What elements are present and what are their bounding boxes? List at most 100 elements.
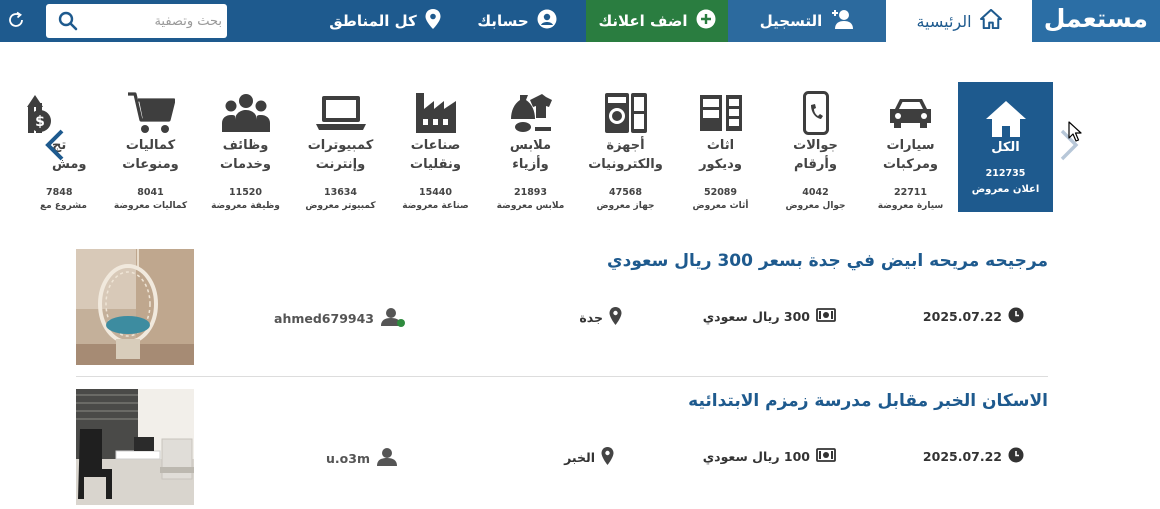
category-clothes[interactable]: ملابس وأزياء 21893 ملابس معروضة <box>483 82 578 212</box>
brand-logo-text: مستعمل <box>1043 4 1149 33</box>
category-count-label: مشروع مع <box>40 201 87 211</box>
category-count-label: جوال معروض <box>785 201 846 211</box>
category-name: صناعات ونقليات <box>410 138 461 172</box>
listing-city-text: جدة <box>579 310 603 325</box>
clock-icon <box>1008 447 1024 466</box>
listing-price: 100 ريال سعودي <box>703 447 836 466</box>
search-box <box>46 4 227 38</box>
category-count: 212735 <box>985 168 1026 179</box>
category-phones[interactable]: جوالات وأرقام 4042 جوال معروض <box>768 82 863 212</box>
category-name: اثاث وديكور <box>699 138 742 172</box>
category-jobs[interactable]: وظائف وخدمات 11520 وظيفة معروضة <box>198 82 293 212</box>
category-all[interactable]: الكل 212735 اعلان معروض <box>958 82 1053 212</box>
search-input[interactable] <box>82 4 222 38</box>
listing-user[interactable]: ahmed679943 <box>274 307 406 330</box>
listing-item[interactable]: الاسكان الخبر مقابل مدرسة زمزم الابتدائي… <box>76 389 1048 507</box>
category-name: الكل <box>991 140 1020 155</box>
category-count: 13634 <box>323 187 358 198</box>
car-icon <box>863 90 958 136</box>
user-icon <box>376 447 398 470</box>
category-name: كمبيوترات وإنترنت <box>307 138 374 172</box>
listing-city[interactable]: الخبر <box>564 447 614 468</box>
category-accessories[interactable]: كماليات ومنوعات 8041 كماليات معروضة <box>103 82 198 212</box>
listing-city-text: الخبر <box>564 450 595 465</box>
category-name: كماليات ومنوعات <box>122 138 179 172</box>
user-circle-icon <box>537 9 557 33</box>
listing-city[interactable]: جدة <box>579 307 622 328</box>
listing-title[interactable]: الاسكان الخبر مقابل مدرسة زمزم الابتدائي… <box>688 391 1048 411</box>
category-furniture[interactable]: اثاث وديكور 52089 أثاث معروض <box>673 82 768 212</box>
listing-thumbnail[interactable] <box>76 249 194 365</box>
furniture-icon <box>673 90 768 136</box>
listing-username: u.o3m <box>326 451 370 466</box>
listing-date-text: 2025.07.22 <box>922 309 1002 324</box>
nav-register[interactable]: التسجيل <box>728 0 886 42</box>
listing-price: 300 ريال سعودي <box>703 307 836 326</box>
category-count-label: جهاز معروض <box>596 201 655 211</box>
user-online-icon <box>380 307 406 330</box>
listing-date: 2025.07.22 <box>923 447 1024 466</box>
category-count: 11520 <box>228 187 263 198</box>
category-count: 52089 <box>703 187 738 198</box>
laptop-icon <box>293 90 388 136</box>
refresh-icon[interactable] <box>7 11 25 33</box>
nav-regions[interactable]: كل المناطق <box>318 0 452 42</box>
nav-home-label: الرئيسية <box>916 11 972 31</box>
phone-icon <box>768 90 863 136</box>
category-count-label: ملابس معروضة <box>496 201 565 211</box>
category-count-label: وظيفة معروضة <box>211 201 280 211</box>
nav-regions-label: كل المناطق <box>329 12 417 30</box>
listing-username: ahmed679943 <box>274 311 374 326</box>
category-count-label: كماليات معروضة <box>113 201 188 211</box>
carousel-prev-arrow-icon[interactable] <box>44 128 66 166</box>
category-carousel: الكل 212735 اعلان معروض سيارات ومركبات 22… <box>0 72 1160 220</box>
appliance-icon <box>578 90 673 136</box>
listing-divider <box>76 376 1048 377</box>
listing-price-text: 300 ريال سعودي <box>702 309 810 324</box>
category-count-label: صناعة معروضة <box>402 201 469 211</box>
category-count-label: سيارة معروضة <box>877 201 944 211</box>
add-ad-label: اضف اعلانك <box>598 12 688 30</box>
nav-account-label: حسابك <box>477 12 529 30</box>
people-icon <box>198 90 293 136</box>
category-count-label: أثاث معروض <box>692 201 749 211</box>
brand-logo[interactable]: مستعمل <box>1032 0 1160 42</box>
add-ad-button[interactable]: اضف اعلانك <box>586 0 728 42</box>
listing-thumbnail[interactable] <box>76 389 194 505</box>
category-count: 21893 <box>513 187 548 198</box>
listing-title[interactable]: مرجيحه مريحه ابيض في جدة بسعر 300 ريال س… <box>607 251 1048 271</box>
category-count: 22711 <box>893 187 928 198</box>
category-count: 47568 <box>608 187 643 198</box>
plus-circle-icon <box>696 9 716 33</box>
category-name: أجهزة والكترونيات <box>588 138 663 172</box>
category-count-label: كمبيوتر معروض <box>305 201 376 211</box>
top-navbar: مستعمل الرئيسية التسجيل اضف اعلانك حسابك… <box>0 0 1160 42</box>
listing-date: 2025.07.22 <box>923 307 1024 326</box>
listing-item[interactable]: مرجيحه مريحه ابيض في جدة بسعر 300 ريال س… <box>76 249 1048 367</box>
clothes-icon <box>483 90 578 136</box>
money-bill-icon <box>816 447 836 466</box>
clock-icon <box>1008 307 1024 326</box>
category-count: 4042 <box>802 187 829 198</box>
cart-icon <box>103 90 198 136</box>
category-name: جوالات وأرقام <box>793 138 838 172</box>
home-icon <box>958 96 1053 142</box>
listing-user[interactable]: u.o3m <box>326 447 398 470</box>
money-bill-icon <box>816 307 836 326</box>
category-computers[interactable]: كمبيوترات وإنترنت 13634 كمبيوتر معروض <box>293 82 388 212</box>
category-electronics[interactable]: أجهزة والكترونيات 47568 جهاز معروض <box>578 82 673 212</box>
nav-home[interactable]: الرئيسية <box>886 0 1032 42</box>
listing-date-text: 2025.07.22 <box>922 449 1002 464</box>
category-cars[interactable]: سيارات ومركبات 22711 سيارة معروضة <box>863 82 958 212</box>
nav-register-label: التسجيل <box>759 12 823 30</box>
factory-icon <box>388 90 483 136</box>
location-pin-icon <box>609 307 622 328</box>
location-pin-icon <box>425 9 441 33</box>
category-count: 7848 <box>46 187 73 198</box>
add-user-icon <box>830 9 854 33</box>
nav-account[interactable]: حسابك <box>452 0 582 42</box>
category-industry[interactable]: صناعات ونقليات 15440 صناعة معروضة <box>388 82 483 212</box>
search-icon[interactable] <box>58 11 78 35</box>
location-pin-icon <box>601 447 614 468</box>
category-count-label: اعلان معروض <box>971 184 1040 195</box>
